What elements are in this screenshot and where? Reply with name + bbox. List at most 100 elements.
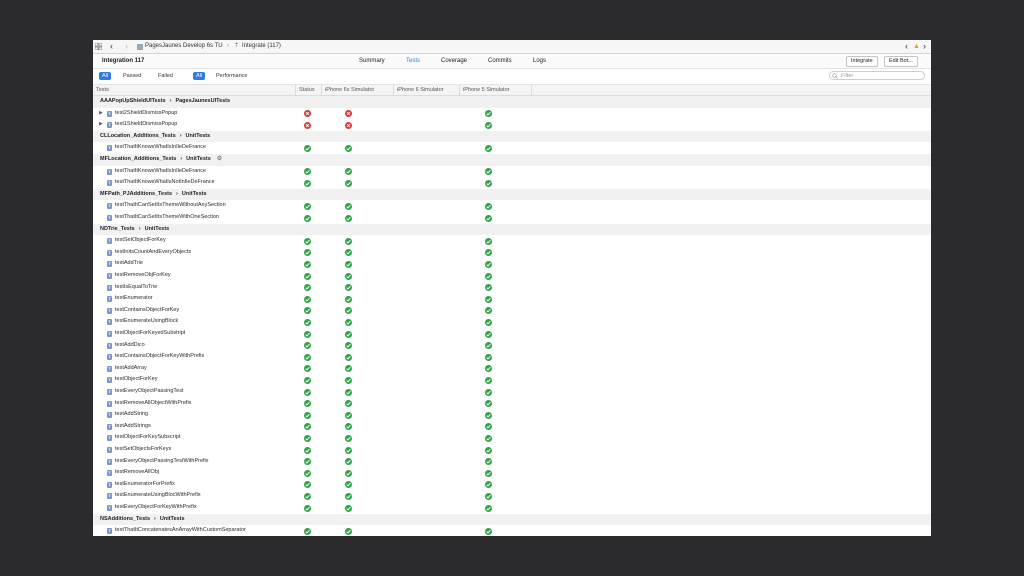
tab-coverage[interactable]: Coverage bbox=[441, 54, 467, 68]
col-tests[interactable]: Tests bbox=[93, 85, 296, 95]
test-row[interactable]: TtestThatItCanSetItsThemeWithOneSection bbox=[93, 212, 931, 224]
col-status[interactable]: Status bbox=[296, 85, 322, 95]
iphone5-status-pass-icon bbox=[485, 481, 492, 489]
iphone5-status-pass-icon bbox=[485, 202, 492, 210]
col-iphone6s[interactable]: iPhone 6s Simulator bbox=[322, 85, 394, 95]
test-name: test1ShieldDismissPopup bbox=[115, 121, 178, 128]
test-row[interactable]: TtestObjectForKeyedSubstript bbox=[93, 328, 931, 340]
tab-commits[interactable]: Commits bbox=[488, 54, 512, 68]
test-row[interactable]: TtestAddTrie bbox=[93, 258, 931, 270]
tab-logs[interactable]: Logs bbox=[533, 54, 546, 68]
filter-all-status[interactable]: All bbox=[99, 72, 112, 80]
filter-passed[interactable]: Passed bbox=[120, 72, 144, 80]
test-row[interactable]: TtestRemoveObjForKey bbox=[93, 270, 931, 282]
xcode-bot-window: ‹ › PagesJaunes Develop 6s TU › ⇡ Integr… bbox=[93, 40, 931, 536]
test-row[interactable]: ▶ Ttest2ShieldDismissPopup bbox=[93, 107, 931, 120]
forward-arrow-icon[interactable]: › bbox=[125, 40, 128, 53]
grid-icon[interactable] bbox=[94, 40, 103, 53]
test-row[interactable]: ▶ Ttest1ShieldDismissPopup bbox=[93, 119, 931, 131]
iphone5-status-pass-icon bbox=[485, 353, 492, 361]
test-row[interactable]: TtestEveryObjectPassingTestWithPrefix bbox=[93, 455, 931, 468]
overall-status-pass-icon bbox=[304, 237, 311, 245]
test-row[interactable]: TtestThatItKnowsWhatIsInIleDeFrance bbox=[93, 165, 931, 178]
integration-breadcrumb[interactable]: Integrate (117) bbox=[242, 40, 281, 53]
test-row[interactable]: TtestObjectForKey bbox=[93, 374, 931, 386]
issue-prev-icon[interactable]: ‹ bbox=[905, 40, 908, 53]
filter-all-kind[interactable]: All bbox=[193, 72, 206, 80]
test-row[interactable]: TtestEnumerateUsingBlock bbox=[93, 316, 931, 328]
col-iphone6[interactable]: iPhone 6 Simulator bbox=[394, 85, 460, 95]
test-row[interactable]: TtestEveryObjectForKeyWithPrefix bbox=[93, 502, 931, 514]
test-method-icon: T bbox=[107, 354, 112, 361]
test-row[interactable]: TtestObjectForKeySubscript bbox=[93, 432, 931, 444]
suite-group-row[interactable]: MFPath_PJAdditions_Tests › UnitTests bbox=[93, 188, 931, 201]
breadcrumb-separator-icon: › bbox=[176, 190, 178, 197]
test-row[interactable]: TtestEveryObjectPassingTest bbox=[93, 386, 931, 398]
suite-target: UnitTests bbox=[144, 225, 170, 232]
test-row[interactable]: TtestAddString bbox=[93, 409, 931, 421]
test-name: testEnumerateUsingBlocWithPrefix bbox=[115, 492, 201, 499]
suite-group-row[interactable]: NSAdditions_Tests › UnitTests bbox=[93, 513, 931, 526]
test-method-icon: T bbox=[107, 331, 112, 337]
test-name: testRemoveAllObj bbox=[115, 469, 160, 476]
filter-performance[interactable]: Performance bbox=[213, 72, 251, 80]
test-method-icon: T bbox=[107, 110, 112, 117]
test-method-icon: T bbox=[107, 435, 112, 442]
test-row[interactable]: TtestRemoveAllObjectWithPrefix bbox=[93, 397, 931, 410]
test-row[interactable]: TtestEnumeratorForPrefix bbox=[93, 478, 931, 491]
tab-summary[interactable]: Summary bbox=[359, 54, 385, 68]
test-method-icon: T bbox=[107, 458, 112, 465]
disclosure-triangle-icon[interactable]: ▶ bbox=[99, 108, 103, 120]
iphone5-status-pass-icon bbox=[485, 260, 492, 268]
gear-icon[interactable]: ⚙ bbox=[217, 154, 222, 166]
test-row[interactable]: TtestEnumerator bbox=[93, 293, 931, 305]
test-row[interactable]: TtestSetObjectsForKeys bbox=[93, 444, 931, 456]
iphone6s-status-pass-icon bbox=[345, 481, 352, 489]
back-arrow-icon[interactable]: ‹ bbox=[110, 40, 113, 53]
edit-bot-button[interactable]: Edit Bot... bbox=[884, 56, 918, 67]
test-method-icon: T bbox=[107, 365, 112, 372]
iphone6s-status-pass-icon bbox=[345, 318, 352, 326]
test-row[interactable]: TtestContainsObjectForKeyWithPrefix bbox=[93, 351, 931, 363]
iphone6s-status-pass-icon bbox=[345, 249, 352, 257]
test-row[interactable]: TtestAddDico bbox=[93, 339, 931, 352]
suite-group-row[interactable]: AAAPopUpShieldUITests › PagesJaunesUITests bbox=[93, 96, 931, 108]
test-name: testAddTrie bbox=[115, 260, 143, 267]
overall-status-pass-icon bbox=[304, 260, 311, 268]
test-row[interactable]: TtestAddStrings bbox=[93, 420, 931, 433]
issue-next-icon[interactable]: › bbox=[923, 40, 926, 53]
suite-target: UnitTests bbox=[186, 156, 211, 162]
test-row[interactable]: TtestRemoveAllObj bbox=[93, 467, 931, 479]
filter-search-input[interactable]: Filter bbox=[829, 71, 925, 80]
scheme-breadcrumb[interactable]: PagesJaunes Develop 6s TU bbox=[145, 40, 223, 53]
integration-title: Integration 117 bbox=[102, 58, 145, 64]
warning-icon[interactable]: ▲ bbox=[913, 40, 920, 53]
test-row[interactable]: TtestEnumerateUsingBlocWithPrefix bbox=[93, 490, 931, 502]
disclosure-triangle-icon[interactable]: ▶ bbox=[99, 119, 103, 131]
overall-status-pass-icon bbox=[304, 144, 311, 152]
col-iphone5[interactable]: iPhone 5 Simulator bbox=[460, 85, 532, 95]
test-method-icon: T bbox=[107, 412, 112, 419]
suite-group-row[interactable]: MFLocation_Additions_Tests › UnitTests ⚙ bbox=[93, 154, 931, 166]
tab-tests[interactable]: Tests bbox=[406, 54, 420, 68]
test-row[interactable]: TtestThatItConcatenatesAnArrayWithCustom… bbox=[93, 525, 931, 536]
test-row[interactable]: TtestInitsCountAndEveryObjects bbox=[93, 246, 931, 259]
test-row[interactable]: TtestThatItKnowsWhatIsNotInIleDeFrance bbox=[93, 177, 931, 189]
iphone5-status-pass-icon bbox=[485, 110, 492, 118]
suite-group-row[interactable]: CLLocation_Additions_Tests › UnitTests bbox=[93, 130, 931, 143]
test-method-icon: T bbox=[107, 284, 112, 291]
test-row[interactable]: TtestIsEqualToTrie bbox=[93, 281, 931, 294]
overall-status-pass-icon bbox=[304, 446, 311, 454]
test-row[interactable]: TtestAddArray bbox=[93, 362, 931, 375]
breadcrumb-separator-icon: › bbox=[169, 98, 172, 104]
integrate-button[interactable]: Integrate bbox=[846, 56, 878, 67]
filter-failed[interactable]: Failed bbox=[155, 72, 176, 80]
iphone6s-status-pass-icon bbox=[345, 400, 352, 408]
test-row[interactable]: TtestThatItCanSetItsThemeWithoutAnySecti… bbox=[93, 200, 931, 212]
suite-group-row[interactable]: NDTrie_Tests › UnitTests bbox=[93, 223, 931, 236]
test-method-icon: T bbox=[107, 273, 112, 279]
breadcrumb-separator-icon: › bbox=[179, 132, 182, 139]
test-row[interactable]: TtestThatItKnowsWhatIsInIleDeFrance bbox=[93, 142, 931, 154]
test-row[interactable]: TtestContainsObjectForKey bbox=[93, 304, 931, 317]
test-row[interactable]: TtestSetObjectForKey bbox=[93, 235, 931, 247]
